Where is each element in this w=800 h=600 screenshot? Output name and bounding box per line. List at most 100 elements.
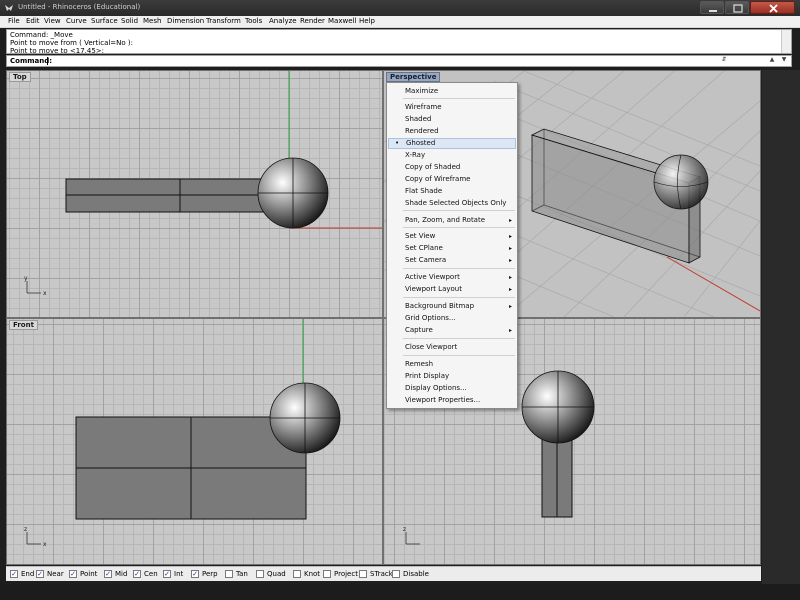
context-menu-item-rendered[interactable]: Rendered bbox=[388, 126, 516, 137]
checkbox[interactable]: ✓ bbox=[69, 570, 77, 578]
x-axis-line bbox=[666, 256, 760, 312]
checkbox[interactable] bbox=[256, 570, 264, 578]
osnap-strack[interactable]: STrack bbox=[359, 570, 393, 579]
checkbox[interactable] bbox=[359, 570, 367, 578]
checkbox[interactable] bbox=[323, 570, 331, 578]
context-menu-item-label: Copy of Wireframe bbox=[405, 175, 471, 183]
context-menu-item-ghosted[interactable]: • Ghosted bbox=[388, 138, 516, 149]
context-menu-item-viewport-layout[interactable]: Viewport Layout ▸ bbox=[388, 284, 516, 295]
context-menu-item-background-bitmap[interactable]: Background Bitmap ▸ bbox=[388, 301, 516, 312]
viewport-top[interactable]: y x Top bbox=[7, 71, 382, 317]
context-menu-item-capture[interactable]: Capture ▸ bbox=[388, 325, 516, 336]
spin-up-icon[interactable]: ▲ bbox=[767, 56, 777, 66]
osnap-label: Project bbox=[334, 570, 358, 578]
context-menu-item-remesh[interactable]: Remesh bbox=[388, 359, 516, 370]
osnap-perp[interactable]: ✓ Perp bbox=[191, 570, 225, 579]
context-menu-item-copy-of-shaded[interactable]: Copy of Shaded bbox=[388, 162, 516, 173]
menu-separator bbox=[403, 297, 515, 298]
window-title: Untitled - Rhinoceros (Educational) bbox=[18, 3, 141, 11]
menu-edit[interactable]: Edit bbox=[26, 17, 40, 25]
submenu-arrow-icon: ▸ bbox=[508, 245, 512, 252]
context-menu-item-x-ray[interactable]: X-Ray bbox=[388, 150, 516, 161]
close-icon bbox=[769, 4, 778, 13]
checkbox[interactable] bbox=[225, 570, 233, 578]
menu-tools[interactable]: Tools bbox=[245, 17, 262, 25]
context-menu-item-pan-zoom-and-rotate[interactable]: Pan, Zoom, and Rotate ▸ bbox=[388, 215, 516, 226]
menu-transform[interactable]: Transform bbox=[206, 17, 241, 25]
osnap-cen[interactable]: ✓ Cen bbox=[133, 570, 167, 579]
context-menu-item-set-view[interactable]: Set View ▸ bbox=[388, 231, 516, 242]
spin-up-down-icon[interactable]: ⇵ bbox=[719, 56, 729, 66]
minimize-icon bbox=[709, 10, 717, 12]
menu-separator bbox=[403, 227, 515, 228]
checkbox[interactable]: ✓ bbox=[104, 570, 112, 578]
context-menu-item-maximize[interactable]: Maximize bbox=[388, 86, 516, 97]
command-prompt-label: Command: bbox=[10, 57, 53, 65]
viewport-label-front[interactable]: Front bbox=[9, 320, 38, 330]
context-menu-item-close-viewport[interactable]: Close Viewport bbox=[388, 342, 516, 353]
maximize-button[interactable] bbox=[725, 1, 749, 14]
osnap-near[interactable]: ✓ Near bbox=[36, 570, 70, 579]
osnap-disable[interactable]: Disable bbox=[392, 570, 429, 579]
osnap-point[interactable]: ✓ Point bbox=[69, 570, 103, 579]
context-menu-item-label: Grid Options... bbox=[405, 314, 456, 322]
checkbox[interactable]: ✓ bbox=[36, 570, 44, 578]
context-menu-item-active-viewport[interactable]: Active Viewport ▸ bbox=[388, 272, 516, 283]
spin-down-icon[interactable]: ▼ bbox=[779, 56, 789, 66]
menu-maxwell[interactable]: Maxwell bbox=[328, 17, 356, 25]
menu-surface[interactable]: Surface bbox=[91, 17, 118, 25]
context-menu-item-print-display[interactable]: Print Display bbox=[388, 371, 516, 382]
command-history-scrollbar[interactable] bbox=[781, 30, 791, 53]
context-menu-item-shade-selected-objects-only[interactable]: Shade Selected Objects Only bbox=[388, 198, 516, 209]
context-menu-item-set-cplane[interactable]: Set CPlane ▸ bbox=[388, 243, 516, 254]
sphere-object[interactable] bbox=[653, 154, 709, 210]
checkbox[interactable]: ✓ bbox=[10, 570, 18, 578]
axis-label-z: z bbox=[24, 526, 27, 533]
checkbox[interactable] bbox=[392, 570, 400, 578]
checkbox[interactable]: ✓ bbox=[163, 570, 171, 578]
context-menu-item-flat-shade[interactable]: Flat Shade bbox=[388, 186, 516, 197]
osnap-project[interactable]: Project bbox=[323, 570, 358, 579]
menu-dimension[interactable]: Dimension bbox=[167, 17, 204, 25]
context-menu-item-set-camera[interactable]: Set Camera ▸ bbox=[388, 255, 516, 266]
context-menu-item-display-options[interactable]: Display Options... bbox=[388, 383, 516, 394]
context-menu-item-label: Capture bbox=[405, 326, 433, 334]
submenu-arrow-icon: ▸ bbox=[508, 217, 512, 224]
context-menu-item-copy-of-wireframe[interactable]: Copy of Wireframe bbox=[388, 174, 516, 185]
menu-view[interactable]: View bbox=[44, 17, 61, 25]
context-menu-item-shaded[interactable]: Shaded bbox=[388, 114, 516, 125]
viewport-label-perspective[interactable]: Perspective bbox=[386, 72, 441, 82]
checkbox[interactable]: ✓ bbox=[191, 570, 199, 578]
command-input[interactable]: Command: ⇵ ▲ ▼ bbox=[6, 55, 792, 67]
osnap-label: Int bbox=[174, 570, 184, 578]
menu-mesh[interactable]: Mesh bbox=[143, 17, 161, 25]
menu-help[interactable]: Help bbox=[359, 17, 375, 25]
checkbox[interactable] bbox=[293, 570, 301, 578]
menu-curve[interactable]: Curve bbox=[66, 17, 87, 25]
title-bar: Untitled - Rhinoceros (Educational) bbox=[0, 0, 800, 16]
viewport-label-top[interactable]: Top bbox=[9, 72, 31, 82]
context-menu-item-grid-options[interactable]: Grid Options... bbox=[388, 313, 516, 324]
context-menu-item-viewport-properties[interactable]: Viewport Properties... bbox=[388, 395, 516, 406]
osnap-label: Point bbox=[80, 570, 98, 578]
menu-file[interactable]: File bbox=[8, 17, 20, 25]
osnap-knot[interactable]: Knot bbox=[293, 570, 327, 579]
viewport-front[interactable]: z x Front bbox=[7, 319, 382, 564]
menu-render[interactable]: Render bbox=[300, 17, 325, 25]
context-menu-item-label: Copy of Shaded bbox=[405, 163, 461, 171]
context-menu-item-label: Rendered bbox=[405, 127, 439, 135]
menu-separator bbox=[403, 210, 515, 211]
context-menu-item-wireframe[interactable]: Wireframe bbox=[388, 102, 516, 113]
context-menu-item-label: Ghosted bbox=[406, 139, 436, 147]
checkbox[interactable]: ✓ bbox=[133, 570, 141, 578]
close-button[interactable] bbox=[750, 1, 795, 14]
text-caret bbox=[47, 57, 48, 65]
menu-analyze[interactable]: Analyze bbox=[269, 17, 297, 25]
checked-bullet-icon: • bbox=[395, 139, 400, 147]
menu-solid[interactable]: Solid bbox=[121, 17, 138, 25]
command-history: Command: _Move Point to move from ( Vert… bbox=[6, 29, 792, 55]
osnap-tan[interactable]: Tan bbox=[225, 570, 259, 579]
minimize-button[interactable] bbox=[700, 1, 724, 14]
osnap-quad[interactable]: Quad bbox=[256, 570, 290, 579]
world-axis-icon bbox=[26, 281, 41, 294]
